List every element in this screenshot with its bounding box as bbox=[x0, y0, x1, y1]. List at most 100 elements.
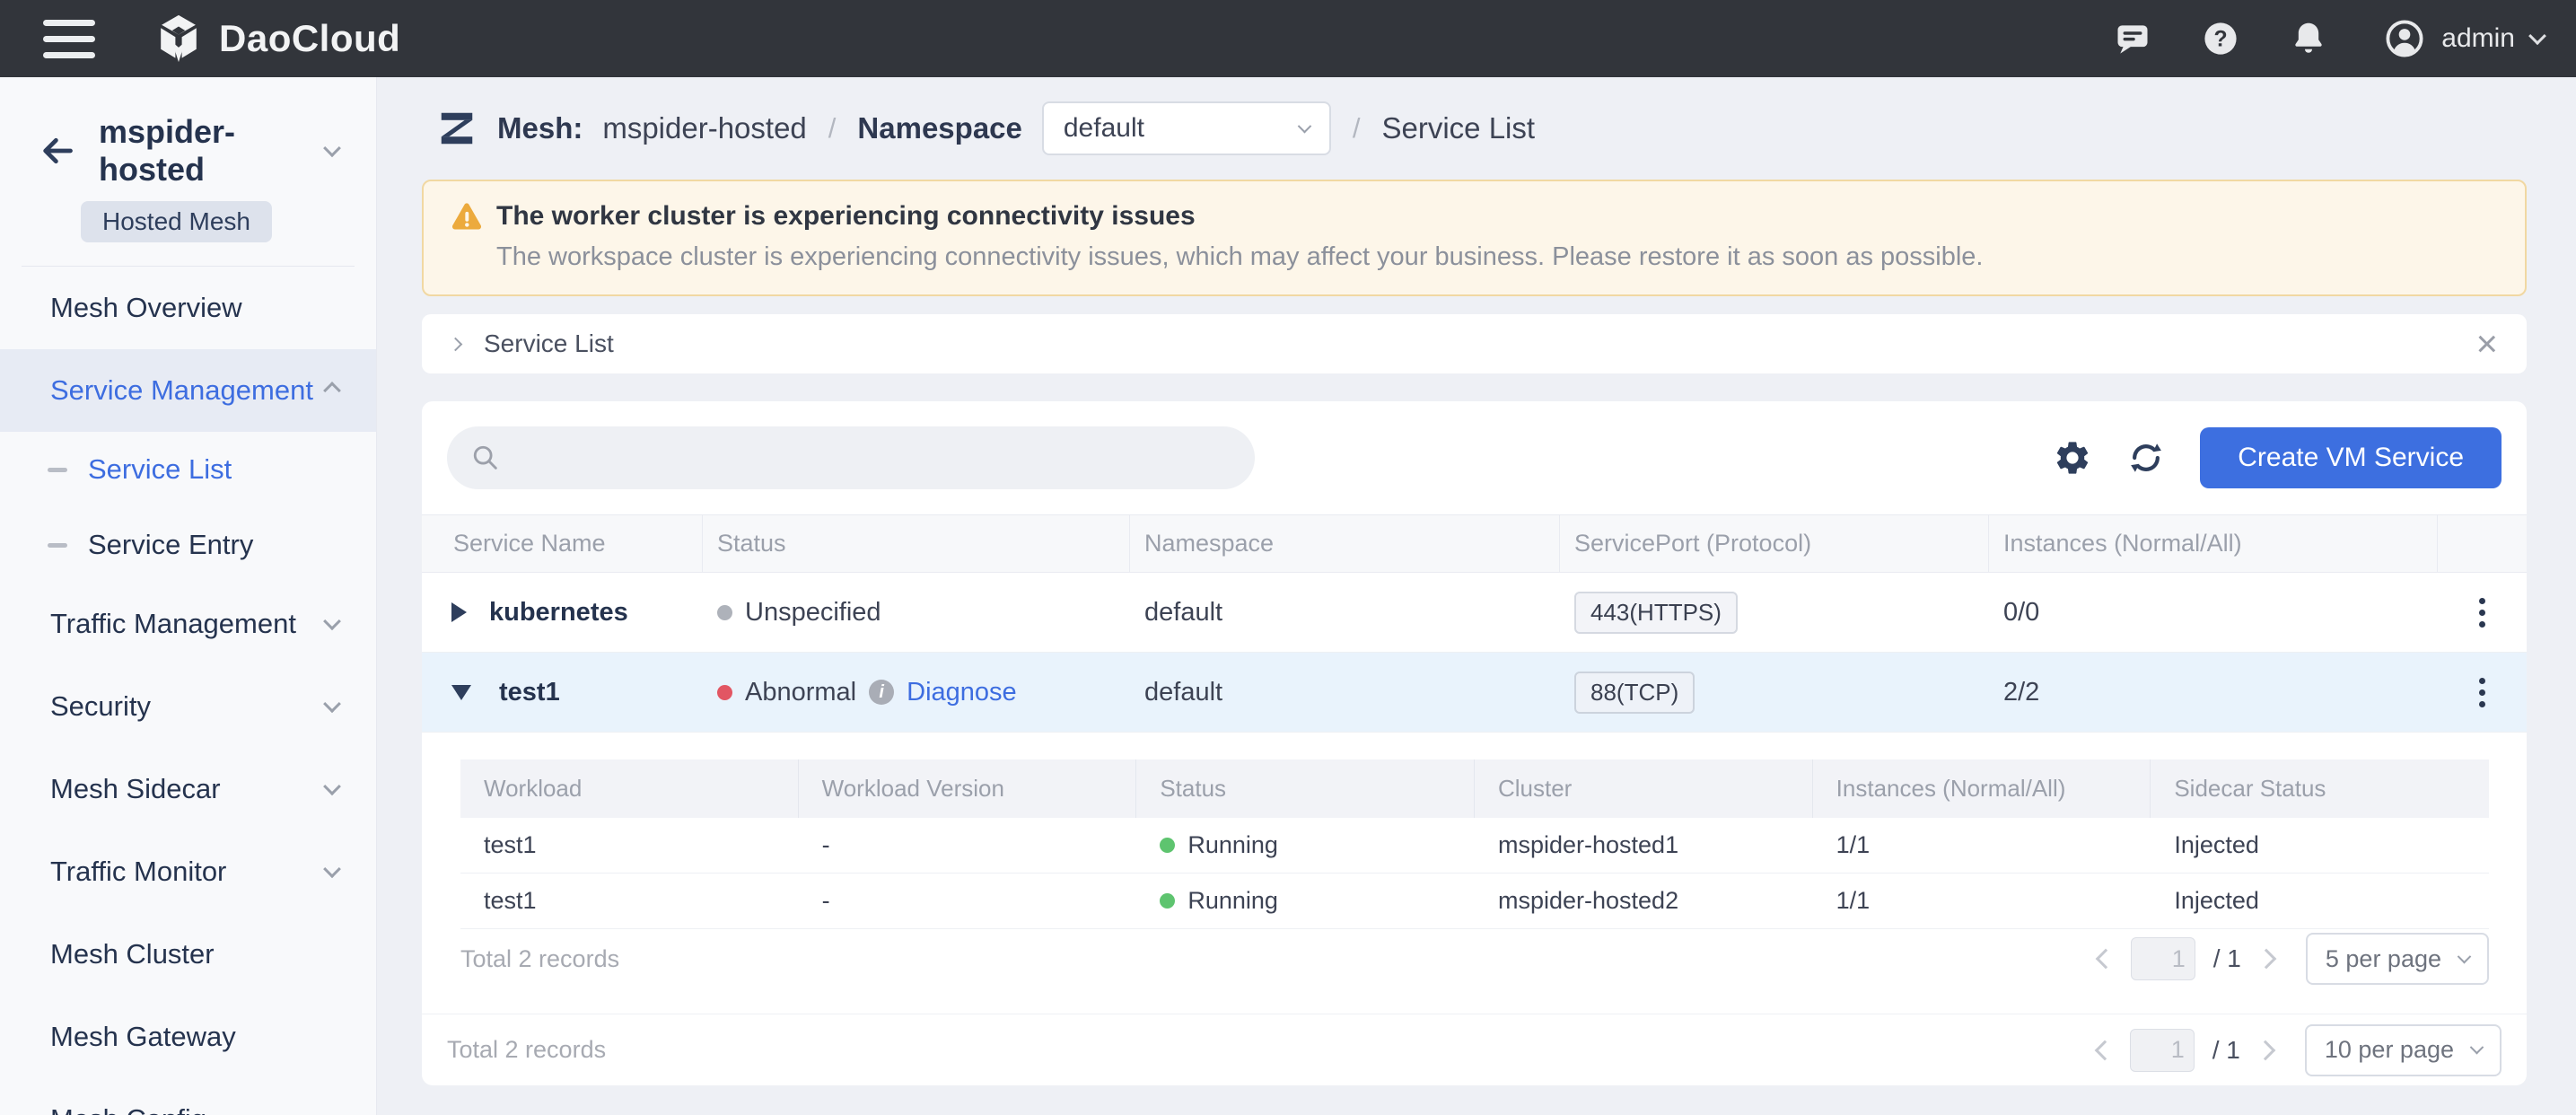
sidebar-item-mesh-gateway[interactable]: Mesh Gateway bbox=[0, 996, 376, 1078]
chevron-down-icon bbox=[323, 777, 341, 795]
panel-title: Service List bbox=[484, 329, 614, 358]
sidebar-item-security[interactable]: Security bbox=[0, 665, 376, 748]
cluster-name: mspider-hosted2 bbox=[1498, 887, 1678, 915]
sidebar-item-traffic-monitor[interactable]: Traffic Monitor bbox=[0, 830, 376, 913]
sidecar-status: Injected bbox=[2174, 831, 2259, 859]
column-actions bbox=[2438, 515, 2527, 572]
mesh-type-badge: Hosted Mesh bbox=[81, 201, 272, 242]
service-name[interactable]: test1 bbox=[499, 678, 560, 707]
status-dot-running bbox=[1160, 838, 1175, 853]
help-icon[interactable]: ? bbox=[2201, 19, 2240, 58]
svg-text:?: ? bbox=[2214, 27, 2228, 51]
notifications-icon[interactable] bbox=[2289, 19, 2328, 58]
service-name[interactable]: kubernetes bbox=[489, 598, 628, 628]
instances-value: 1/1 bbox=[1836, 831, 1871, 859]
workload-row: test1 - Running mspider-hosted1 1/1 Inje… bbox=[460, 818, 2489, 874]
breadcrumb-mesh-value: mspider-hosted bbox=[602, 111, 806, 145]
page-input[interactable]: 1 bbox=[2131, 937, 2195, 980]
chevron-down-icon bbox=[323, 860, 341, 878]
sidebar-item-mesh-sidecar[interactable]: Mesh Sidecar bbox=[0, 748, 376, 830]
main-content: Mesh: mspider-hosted / Namespace default… bbox=[377, 77, 2576, 1115]
create-vm-service-button[interactable]: Create VM Service bbox=[2200, 427, 2502, 488]
column-serviceport: ServicePort (Protocol) bbox=[1560, 515, 1989, 572]
service-table-card: Create VM Service Service Name Status Na… bbox=[422, 401, 2527, 1085]
next-page-icon[interactable] bbox=[2256, 1040, 2276, 1060]
refresh-icon[interactable] bbox=[2126, 438, 2166, 478]
service-table-header: Service Name Status Namespace ServicePor… bbox=[422, 514, 2527, 573]
collapse-icon[interactable] bbox=[451, 685, 471, 700]
user-menu[interactable]: admin bbox=[2384, 18, 2544, 59]
mesh-name[interactable]: mspider-hosted bbox=[99, 113, 326, 189]
next-page-icon[interactable] bbox=[2256, 949, 2277, 970]
page-input[interactable]: 1 bbox=[2130, 1029, 2195, 1072]
workload-table-header: Workload Workload Version Status Cluster… bbox=[460, 759, 2489, 818]
breadcrumb-separator: / bbox=[1353, 112, 1361, 145]
expand-icon[interactable] bbox=[451, 602, 467, 622]
arrow-left-icon bbox=[36, 131, 75, 171]
column-instances: Instances (Normal/All) bbox=[1989, 515, 2438, 572]
column-workload: Workload bbox=[460, 759, 799, 818]
status-dot-abnormal bbox=[717, 685, 732, 700]
search-icon bbox=[470, 443, 501, 473]
page-count: / 1 bbox=[2212, 1036, 2240, 1065]
more-actions-icon[interactable] bbox=[2474, 672, 2491, 713]
sidebar-item-service-list[interactable]: Service List bbox=[0, 432, 376, 507]
prev-page-icon[interactable] bbox=[2094, 1040, 2115, 1060]
breadcrumb-namespace-label: Namespace bbox=[857, 111, 1021, 145]
table-row-test1: test1 AbnormaliDiagnose default 88(TCP) … bbox=[422, 653, 2527, 733]
page-size-select[interactable]: 5 per page bbox=[2306, 933, 2489, 985]
status-text: Abnormal bbox=[745, 678, 856, 707]
workload-row: test1 - Running mspider-hosted2 1/1 Inje… bbox=[460, 874, 2489, 929]
sidebar-item-mesh-cluster[interactable]: Mesh Cluster bbox=[0, 913, 376, 996]
dash-icon bbox=[48, 468, 67, 472]
breadcrumb: Mesh: mspider-hosted / Namespace default… bbox=[422, 77, 2527, 180]
chevron-down-icon[interactable] bbox=[323, 139, 341, 157]
page-count: / 1 bbox=[2213, 944, 2241, 973]
column-sidecar-status: Sidecar Status bbox=[2151, 759, 2489, 818]
sidebar-item-mesh-config[interactable]: Mesh Config bbox=[0, 1078, 376, 1115]
topbar-actions: ? admin bbox=[2113, 18, 2544, 59]
total-records: Total 2 records bbox=[460, 945, 619, 973]
service-list-panel: Service List × bbox=[422, 314, 2527, 373]
column-cluster: Cluster bbox=[1475, 759, 1813, 818]
chevron-down-icon bbox=[2470, 1040, 2484, 1055]
status-text: Unspecified bbox=[745, 598, 881, 628]
messages-icon[interactable] bbox=[2113, 19, 2152, 58]
warning-icon bbox=[451, 200, 483, 233]
chevron-down-icon bbox=[2528, 27, 2546, 45]
close-icon[interactable]: × bbox=[2475, 329, 2498, 359]
sidebar-item-service-entry[interactable]: Service Entry bbox=[0, 507, 376, 583]
settings-icon[interactable] bbox=[2053, 438, 2092, 478]
alert-title: The worker cluster is experiencing conne… bbox=[496, 201, 1196, 232]
sidebar-item-mesh-overview[interactable]: Mesh Overview bbox=[0, 267, 376, 349]
search-input[interactable] bbox=[447, 426, 1255, 489]
page-size-select[interactable]: 10 per page bbox=[2305, 1024, 2502, 1076]
workload-name: test1 bbox=[484, 887, 537, 915]
sidebar-item-traffic-management[interactable]: Traffic Management bbox=[0, 583, 376, 665]
chevron-down-icon bbox=[323, 695, 341, 713]
diagnose-link[interactable]: Diagnose bbox=[907, 678, 1017, 707]
column-namespace: Namespace bbox=[1130, 515, 1560, 572]
workload-pagination: Total 2 records 1 / 1 5 per page bbox=[460, 929, 2489, 988]
table-row-kubernetes: kubernetes Unspecified default 443(HTTPS… bbox=[422, 573, 2527, 653]
prev-page-icon[interactable] bbox=[2095, 949, 2116, 970]
status-dot-unspecified bbox=[717, 605, 732, 620]
back-button[interactable] bbox=[36, 131, 75, 171]
instances-value: 1/1 bbox=[1836, 887, 1871, 915]
avatar-icon bbox=[2384, 18, 2425, 59]
info-icon[interactable]: i bbox=[869, 680, 894, 705]
workload-version: - bbox=[822, 887, 830, 915]
menu-icon[interactable] bbox=[43, 20, 95, 58]
namespace-select[interactable]: default bbox=[1042, 101, 1331, 155]
more-actions-icon[interactable] bbox=[2474, 593, 2491, 633]
namespace-select-value: default bbox=[1064, 113, 1144, 144]
dash-icon bbox=[48, 543, 67, 548]
chevron-down-icon bbox=[2458, 949, 2472, 963]
sidecar-status: Injected bbox=[2174, 887, 2259, 915]
sidebar-item-service-management[interactable]: Service Management bbox=[0, 349, 376, 432]
page-size-value: 5 per page bbox=[2326, 945, 2441, 973]
instances-value: 2/2 bbox=[2003, 678, 2039, 707]
chevron-down-icon bbox=[323, 1108, 341, 1115]
chevron-right-icon[interactable] bbox=[449, 337, 463, 351]
brand-logo[interactable]: DaoCloud bbox=[154, 14, 400, 63]
